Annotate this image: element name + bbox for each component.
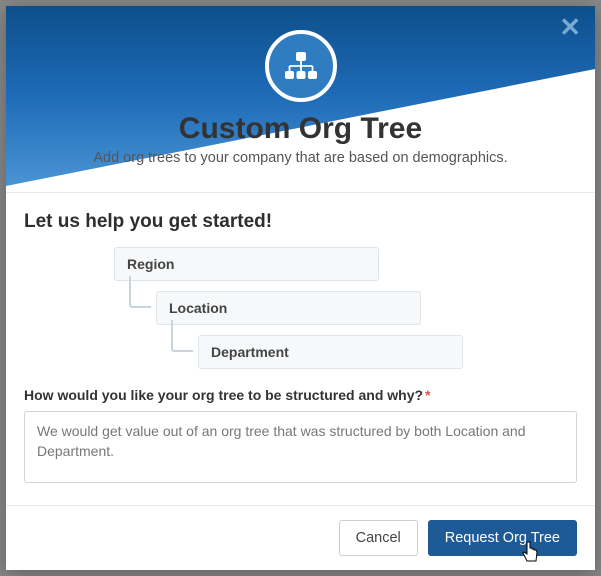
connector-line [171, 320, 193, 352]
structure-textarea[interactable] [24, 411, 577, 483]
tree-node-label: Department [211, 344, 289, 360]
required-asterisk: * [425, 387, 430, 403]
modal-header: ✕ Custom Org Tree Add org trees to your … [6, 6, 595, 186]
cancel-button[interactable]: Cancel [339, 520, 418, 556]
modal-body: Let us help you get started! Region Loca… [6, 192, 595, 505]
connector-line [129, 276, 151, 308]
tree-node-location: Location [156, 291, 421, 325]
example-tree-diagram: Region Location Department [114, 247, 577, 369]
modal-subtitle: Add org trees to your company that are b… [6, 150, 595, 166]
structure-question-label: How would you like your org tree to be s… [24, 387, 577, 403]
modal-title: Custom Org Tree [6, 112, 595, 146]
tree-node-region: Region [114, 247, 379, 281]
get-started-heading: Let us help you get started! [24, 211, 577, 233]
custom-org-tree-modal: ✕ Custom Org Tree Add org trees to your … [6, 6, 595, 570]
org-tree-icon [265, 30, 337, 102]
close-icon[interactable]: ✕ [559, 14, 581, 40]
request-org-tree-button[interactable]: Request Org Tree [428, 520, 577, 556]
question-text: How would you like your org tree to be s… [24, 387, 423, 403]
modal-footer: Cancel Request Org Tree [6, 505, 595, 570]
tree-node-label: Location [169, 300, 227, 316]
tree-node-department: Department [198, 335, 463, 369]
